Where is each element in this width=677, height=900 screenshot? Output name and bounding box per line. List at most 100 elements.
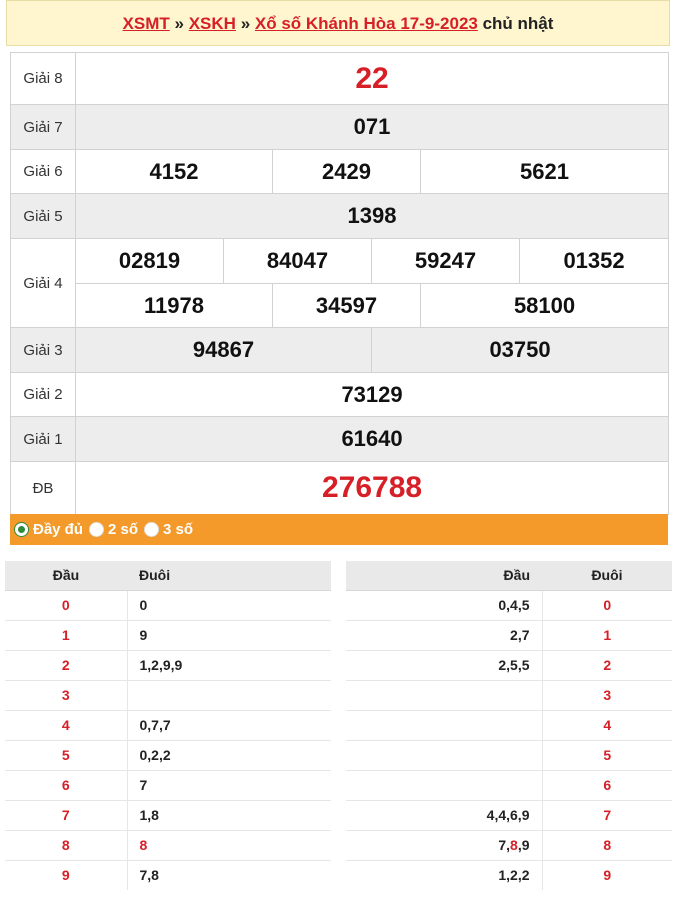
radio-icon[interactable] [89, 522, 105, 537]
tail-digits: 9 [126, 619, 331, 650]
table-row: 88 [5, 829, 331, 860]
table-row: 67 [5, 769, 331, 800]
head-digits: 2,5,5 [346, 649, 542, 680]
option-full[interactable]: Đầy đủ [14, 521, 83, 538]
column-header-head: Đầu [5, 561, 127, 591]
tail-digit: 7 [541, 799, 672, 830]
tail-digit: 8 [541, 829, 672, 860]
table-row: 2,7 1 [346, 619, 672, 650]
head-digits-part: 7, [498, 837, 511, 853]
table-row: 2,5,5 2 [346, 649, 672, 680]
table-row: 5 0,2,2 [5, 739, 331, 770]
breadcrumb-separator: » [174, 14, 184, 33]
tail-digits: 1,2,9,9 [126, 649, 331, 680]
prize-number: 34597 [272, 283, 421, 328]
prize-number: 1398 [74, 193, 670, 239]
prize-label: Giải 1 [10, 416, 76, 462]
table-row: 3 [5, 679, 331, 710]
tail-digit: 0 [541, 589, 672, 620]
prize-table: Giải 8 22 Giải 7 071 Giải 6 4152 2429 56… [10, 52, 670, 515]
display-options-bar: Đầy đủ 2 số 3 số [10, 514, 668, 545]
prize-number: 73129 [74, 372, 670, 417]
head-digits: 4,4,6,9 [346, 799, 542, 830]
prize-row-db: ĐB 276788 [10, 461, 670, 515]
table-row: 9 7,8 [5, 859, 331, 890]
head-digits [346, 769, 542, 800]
prize-row-g1: Giải 1 61640 [10, 416, 670, 462]
tail-digits: 7 [126, 769, 331, 800]
prize-number: 58100 [419, 283, 670, 328]
table-row: 4 0,7,7 [5, 709, 331, 740]
tail-digits [126, 679, 331, 710]
prize-row-g7: Giải 7 071 [10, 104, 670, 150]
prize-row-g4a: Giải 4 02819 84047 59247 01352 [10, 238, 670, 328]
table-row: 7,8,9 8 [346, 829, 672, 860]
breadcrumb-xskh-link[interactable]: XSKH [189, 14, 236, 33]
prize-label: Giải 5 [10, 193, 76, 239]
tail-digits: 0,2,2 [126, 739, 331, 770]
tail-digits: 7,8 [126, 859, 331, 890]
option-label: Đầy đủ [33, 521, 84, 538]
tail-digit: 9 [541, 859, 672, 890]
prize-number: 5621 [419, 149, 670, 194]
tail-digits: 0 [126, 589, 331, 620]
radio-icon[interactable] [144, 522, 160, 537]
tail-digits: 1,8 [126, 799, 331, 830]
head-digit: 4 [5, 709, 127, 740]
prize-number: 4152 [75, 149, 273, 194]
table-row: 3 [346, 679, 672, 710]
loto-by-tail-table: Đầu Đuôi 0,4,5 0 2,7 1 2,5,5 2 3 4 5 6 4,4,… [346, 561, 672, 890]
head-digit: 9 [5, 859, 127, 890]
tail-digit: 1 [541, 619, 672, 650]
prize-number: 071 [74, 104, 670, 150]
head-digit: 5 [5, 739, 127, 770]
prize-number: 84047 [223, 238, 372, 284]
prize-number: 94867 [75, 327, 372, 373]
prize-number: 61640 [74, 416, 670, 462]
radio-selected-icon[interactable] [14, 522, 29, 537]
prize-label: Giải 4 [10, 238, 76, 328]
head-digits-part: ,9 [517, 837, 530, 853]
jackpot-number: 276788 [74, 461, 670, 515]
column-header-head: Đầu [346, 561, 542, 591]
page-title-link[interactable]: Xổ số Khánh Hòa 17-9-2023 [255, 14, 478, 33]
table-row: 5 [346, 739, 672, 770]
prize-label: Giải 8 [10, 52, 76, 105]
head-digits [346, 679, 542, 710]
tail-digit: 5 [541, 739, 672, 770]
prize-number: 59247 [371, 238, 520, 284]
head-digit-highlight: 8 [510, 837, 518, 853]
prize-label: Giải 7 [10, 104, 76, 150]
prize-label: Giải 3 [10, 327, 76, 373]
head-digit: 8 [5, 829, 127, 860]
option-2-digits[interactable]: 2 số [89, 521, 138, 538]
option-3-digits[interactable]: 3 số [144, 521, 193, 538]
table-row: 2 1,2,9,9 [5, 649, 331, 680]
prize-row-g4b: 11978 34597 58100 [10, 283, 670, 328]
head-digits: 1,2,2 [346, 859, 542, 890]
table-row: 4 [346, 709, 672, 740]
prize-row-g5: Giải 5 1398 [10, 193, 670, 239]
prize-label: Giải 6 [10, 149, 76, 194]
breadcrumb-separator: » [240, 14, 251, 33]
prize-row-g6: Giải 6 4152 2429 5621 [10, 149, 670, 194]
prize-number: 02819 [75, 238, 224, 284]
prize-label: Giải 2 [10, 372, 76, 417]
head-digits: 0,4,5 [346, 589, 542, 620]
prize-row-g8: Giải 8 22 [10, 52, 670, 105]
breadcrumb-xsmt-link[interactable]: XSMT [123, 14, 170, 33]
head-digit: 3 [5, 679, 127, 710]
loto-by-head-table: Đầu Đuôi 00 19 2 1,2,9,9 3 4 0,7,7 5 0,2,2 … [5, 561, 331, 890]
table-row: 19 [5, 619, 331, 650]
head-digit: 1 [5, 619, 127, 650]
prize-number: 22 [74, 52, 670, 105]
tail-digit: 4 [541, 709, 672, 740]
tail-digit: 6 [541, 769, 672, 800]
head-digit: 7 [5, 799, 127, 830]
tail-digits: 8 [126, 829, 331, 860]
option-label: 2 số [108, 521, 139, 538]
head-digits [346, 739, 542, 770]
head-digit: 6 [5, 769, 127, 800]
weekday-label: chủ nhật [482, 14, 554, 33]
prize-number: 03750 [370, 327, 670, 373]
